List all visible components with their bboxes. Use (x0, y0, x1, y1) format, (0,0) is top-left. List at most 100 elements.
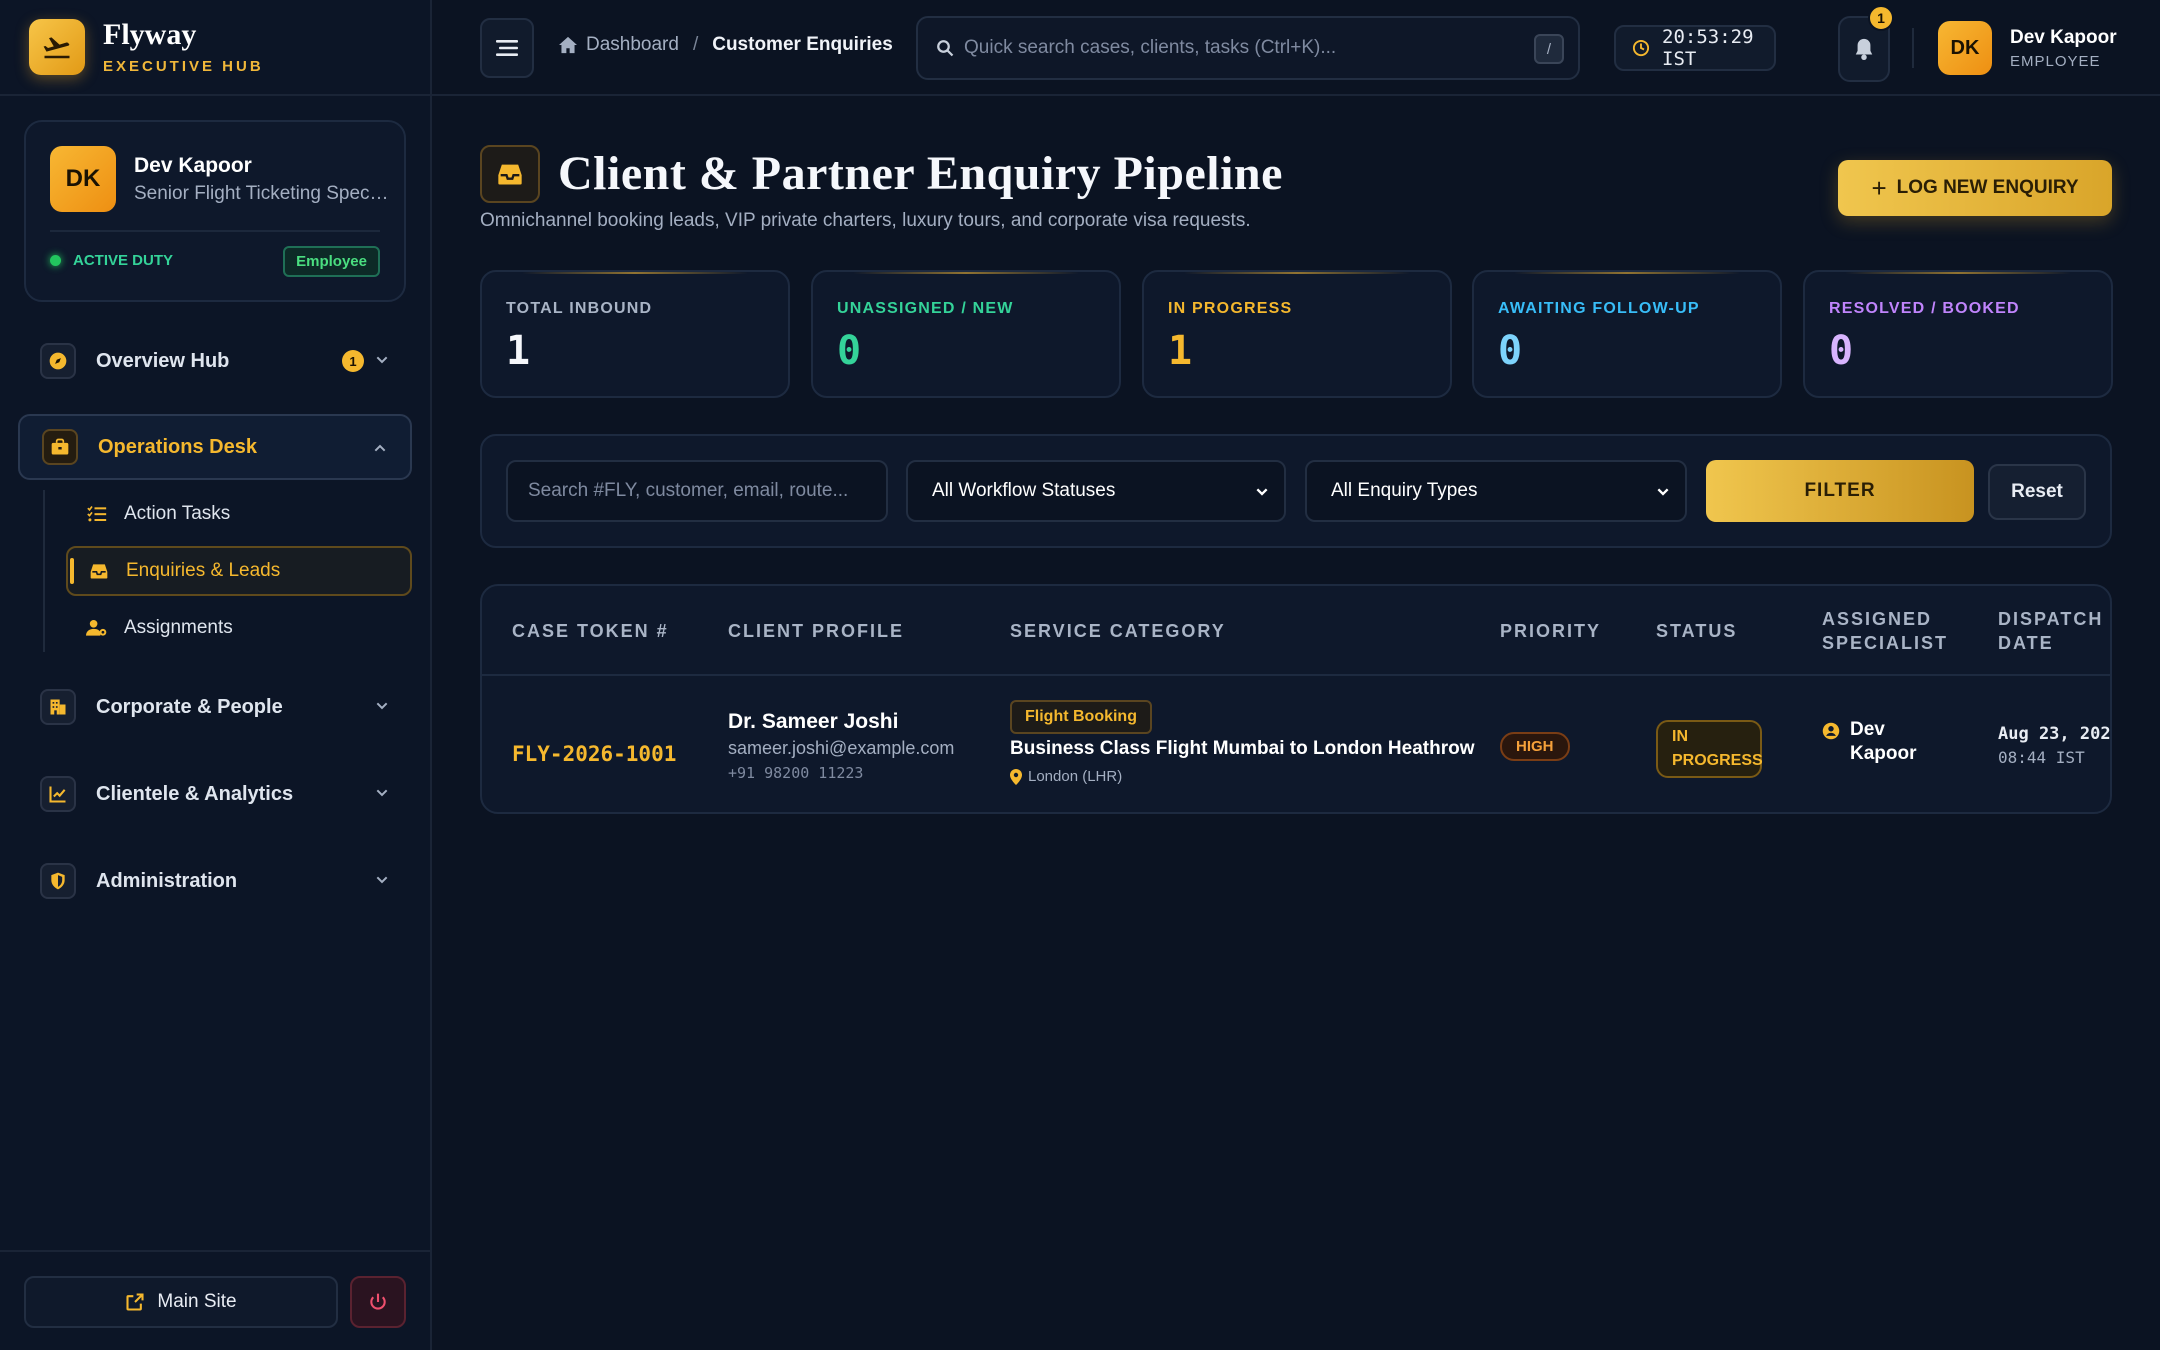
column-header: STATUS (1656, 621, 1738, 641)
menu-toggle-button[interactable] (480, 18, 534, 78)
duty-status-label: ACTIVE DUTY (73, 252, 174, 269)
nav-group-label: Clientele & Analytics (96, 782, 294, 805)
plus-icon: + (1871, 172, 1887, 203)
user-name: Dev Kapoor (2010, 26, 2117, 48)
user-menu[interactable]: DK Dev Kapoor EMPLOYEE (1938, 21, 2117, 75)
list-check-icon (86, 505, 108, 523)
briefcase-icon (42, 429, 78, 465)
enquiries-table: CASE TOKEN # CLIENT PROFILE SERVICE CATE… (480, 584, 2112, 814)
stat-label: IN PROGRESS (1168, 300, 1293, 317)
brand-subtitle: EXECUTIVE HUB (103, 57, 264, 75)
breadcrumb-home-link[interactable]: Dashboard (558, 34, 679, 56)
shield-icon (40, 863, 76, 899)
brand[interactable]: Flyway EXECUTIVE HUB (0, 0, 430, 96)
column-header: DISPATCH DATE (1998, 609, 2104, 653)
page-subtitle: Omnichannel booking leads, VIP private c… (480, 210, 1251, 231)
home-icon (558, 36, 578, 54)
user-circle-icon (1822, 722, 1840, 740)
avatar: DK (50, 146, 116, 212)
log-new-enquiry-button[interactable]: + LOG NEW ENQUIRY (1838, 160, 2112, 216)
stat-label: UNASSIGNED / NEW (837, 300, 1014, 317)
external-link-icon (125, 1292, 145, 1312)
breadcrumb: Dashboard / Customer Enquiries (558, 34, 893, 56)
breadcrumb-current: Customer Enquiries (712, 34, 893, 55)
brand-name: Flyway (103, 17, 197, 51)
user-gear-icon (86, 619, 108, 637)
log-new-enquiry-label: LOG NEW ENQUIRY (1896, 177, 2079, 198)
sidebar-item-label: Assignments (124, 617, 233, 638)
sidebar: Flyway EXECUTIVE HUB DK Dev Kapoor Senio… (0, 0, 432, 1350)
stat-value: 0 (1829, 328, 1854, 374)
sidebar-item-label: Enquiries & Leads (126, 560, 281, 581)
sidebar-item-action-tasks[interactable]: Action Tasks (66, 489, 412, 539)
sidebar-item-assignments[interactable]: Assignments (66, 603, 412, 653)
plane-logo-icon (29, 19, 85, 75)
assignee-name: Dev Kapoor (1850, 719, 1917, 764)
page-title: Client & Partner Enquiry Pipeline (558, 147, 1283, 200)
stat-card-awaiting-follow-up: AWAITING FOLLOW-UP 0 (1472, 270, 1782, 398)
column-header: SERVICE CATEGORY (1010, 621, 1226, 641)
nav-group-corporate-people[interactable]: Corporate & People (18, 674, 412, 740)
chevron-down-icon (1254, 484, 1270, 506)
status-dot-icon (50, 255, 61, 266)
global-search[interactable]: / (916, 16, 1580, 80)
nav-group-clientele-analytics[interactable]: Clientele & Analytics (18, 761, 412, 827)
clock-icon (1632, 39, 1650, 57)
sidebar-item-enquiries-leads[interactable]: Enquiries & Leads (66, 546, 412, 596)
nav-count-badge: 1 (342, 350, 364, 372)
clock: 20:53:29 IST (1614, 25, 1776, 71)
sidebar-footer: Main Site (0, 1250, 430, 1350)
nav-group-label: Administration (96, 869, 238, 892)
profile-role: Senior Flight Ticketing Specialist (134, 183, 390, 204)
reset-button[interactable]: Reset (1988, 464, 2086, 520)
breadcrumb-home-label: Dashboard (586, 34, 679, 55)
nav-group-operations-desk[interactable]: Operations Desk (18, 414, 412, 480)
search-input[interactable] (964, 37, 1524, 59)
stat-value: 0 (837, 328, 862, 374)
dispatch-time: 08:44 IST (1998, 748, 2085, 767)
nav-group-label: Corporate & People (96, 695, 283, 718)
service-title: Business Class Flight Mumbai to London H… (1010, 738, 1475, 759)
filter-button[interactable]: FILTER (1706, 460, 1974, 522)
stat-card-total-inbound: TOTAL INBOUND 1 (480, 270, 790, 398)
map-pin-icon (1010, 768, 1022, 785)
column-header: PRIORITY (1500, 621, 1602, 641)
table-row[interactable]: FLY-2026-1001 Dr. Sameer Joshi sameer.jo… (482, 676, 2112, 812)
nav-group-label: Overview Hub (96, 349, 230, 372)
shortcut-key: / (1534, 34, 1564, 64)
nav-group-overview-hub[interactable]: Overview Hub 1 (18, 328, 412, 394)
chevron-down-icon (374, 352, 390, 373)
status-select-value: All Workflow Statuses (932, 480, 1116, 501)
profile-name: Dev Kapoor (134, 154, 252, 177)
client-email: sameer.joshi@example.com (728, 738, 955, 758)
filter-panel: All Workflow Statuses All Enquiry Types … (480, 434, 2112, 548)
divider (50, 230, 380, 232)
sidebar-item-label: Action Tasks (124, 503, 231, 524)
enquiry-search-input[interactable] (506, 460, 888, 522)
dispatch-date: Aug 23, 2026 (1998, 724, 2112, 744)
stat-card-in-progress: IN PROGRESS 1 (1142, 270, 1452, 398)
nav-group-label: Operations Desk (98, 435, 257, 458)
clock-time: 20:53:29 IST (1662, 26, 1754, 70)
service-location: London (LHR) (1010, 768, 1122, 785)
priority-badge: HIGH (1500, 732, 1570, 761)
notification-count-badge: 1 (1868, 5, 1894, 31)
location-label: London (LHR) (1028, 768, 1123, 785)
nav-group-administration[interactable]: Administration (18, 848, 412, 914)
topbar: Dashboard / Customer Enquiries / 20:53:2… (432, 0, 2160, 96)
subnav-guide (43, 490, 45, 652)
logout-button[interactable] (350, 1276, 406, 1328)
status-select[interactable]: All Workflow Statuses (906, 460, 1286, 522)
type-select[interactable]: All Enquiry Types (1305, 460, 1687, 522)
column-header: CLIENT PROFILE (728, 621, 904, 641)
main-site-button[interactable]: Main Site (24, 1276, 338, 1328)
stat-label: TOTAL INBOUND (506, 300, 653, 317)
client-name: Dr. Sameer Joshi (728, 710, 899, 733)
chevron-down-icon (374, 872, 390, 893)
column-header: ASSIGNED SPECIALIST (1822, 609, 1949, 653)
stat-value: 1 (1168, 328, 1193, 374)
profile-card: DK Dev Kapoor Senior Flight Ticketing Sp… (24, 120, 406, 302)
case-token[interactable]: FLY-2026-1001 (512, 742, 676, 766)
building-icon (40, 689, 76, 725)
inbox-icon (88, 562, 110, 580)
